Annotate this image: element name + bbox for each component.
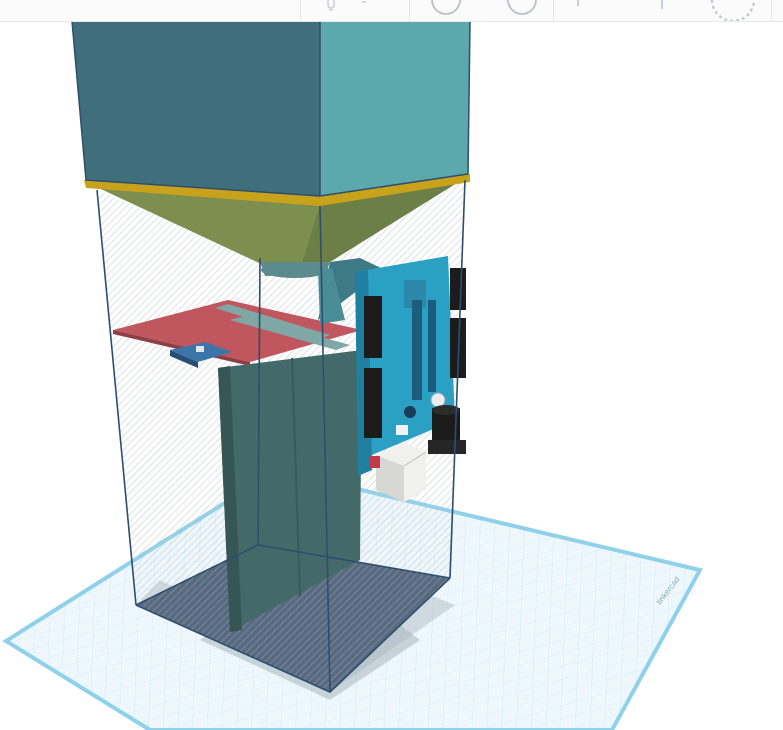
undo-view-button[interactable]	[430, 0, 470, 21]
pin-icon	[661, 0, 663, 9]
toolbar-divider	[409, 0, 410, 21]
toolbar-divider	[771, 0, 772, 21]
dotted-circle-icon	[710, 0, 756, 21]
pin-header	[364, 368, 382, 438]
redo-view-button[interactable]	[506, 0, 546, 21]
toolbar-divider	[553, 0, 554, 21]
circle-arrow-icon	[507, 0, 537, 15]
top-toolbar	[0, 0, 783, 22]
ruler-icon	[577, 0, 579, 6]
spinner-button[interactable]	[708, 0, 762, 21]
pin-header	[364, 296, 382, 358]
circle-arrow-icon	[431, 0, 461, 15]
hopper-box[interactable]	[71, 21, 471, 197]
pin-header	[450, 268, 466, 310]
3d-viewport[interactable]: tinkercad	[0, 21, 783, 730]
light-bulb-button[interactable]	[322, 0, 372, 21]
ruler-button[interactable]	[570, 0, 590, 21]
toolbar-divider	[300, 0, 301, 21]
light-bulb-icon	[327, 0, 366, 11]
pin-button[interactable]	[652, 0, 672, 21]
